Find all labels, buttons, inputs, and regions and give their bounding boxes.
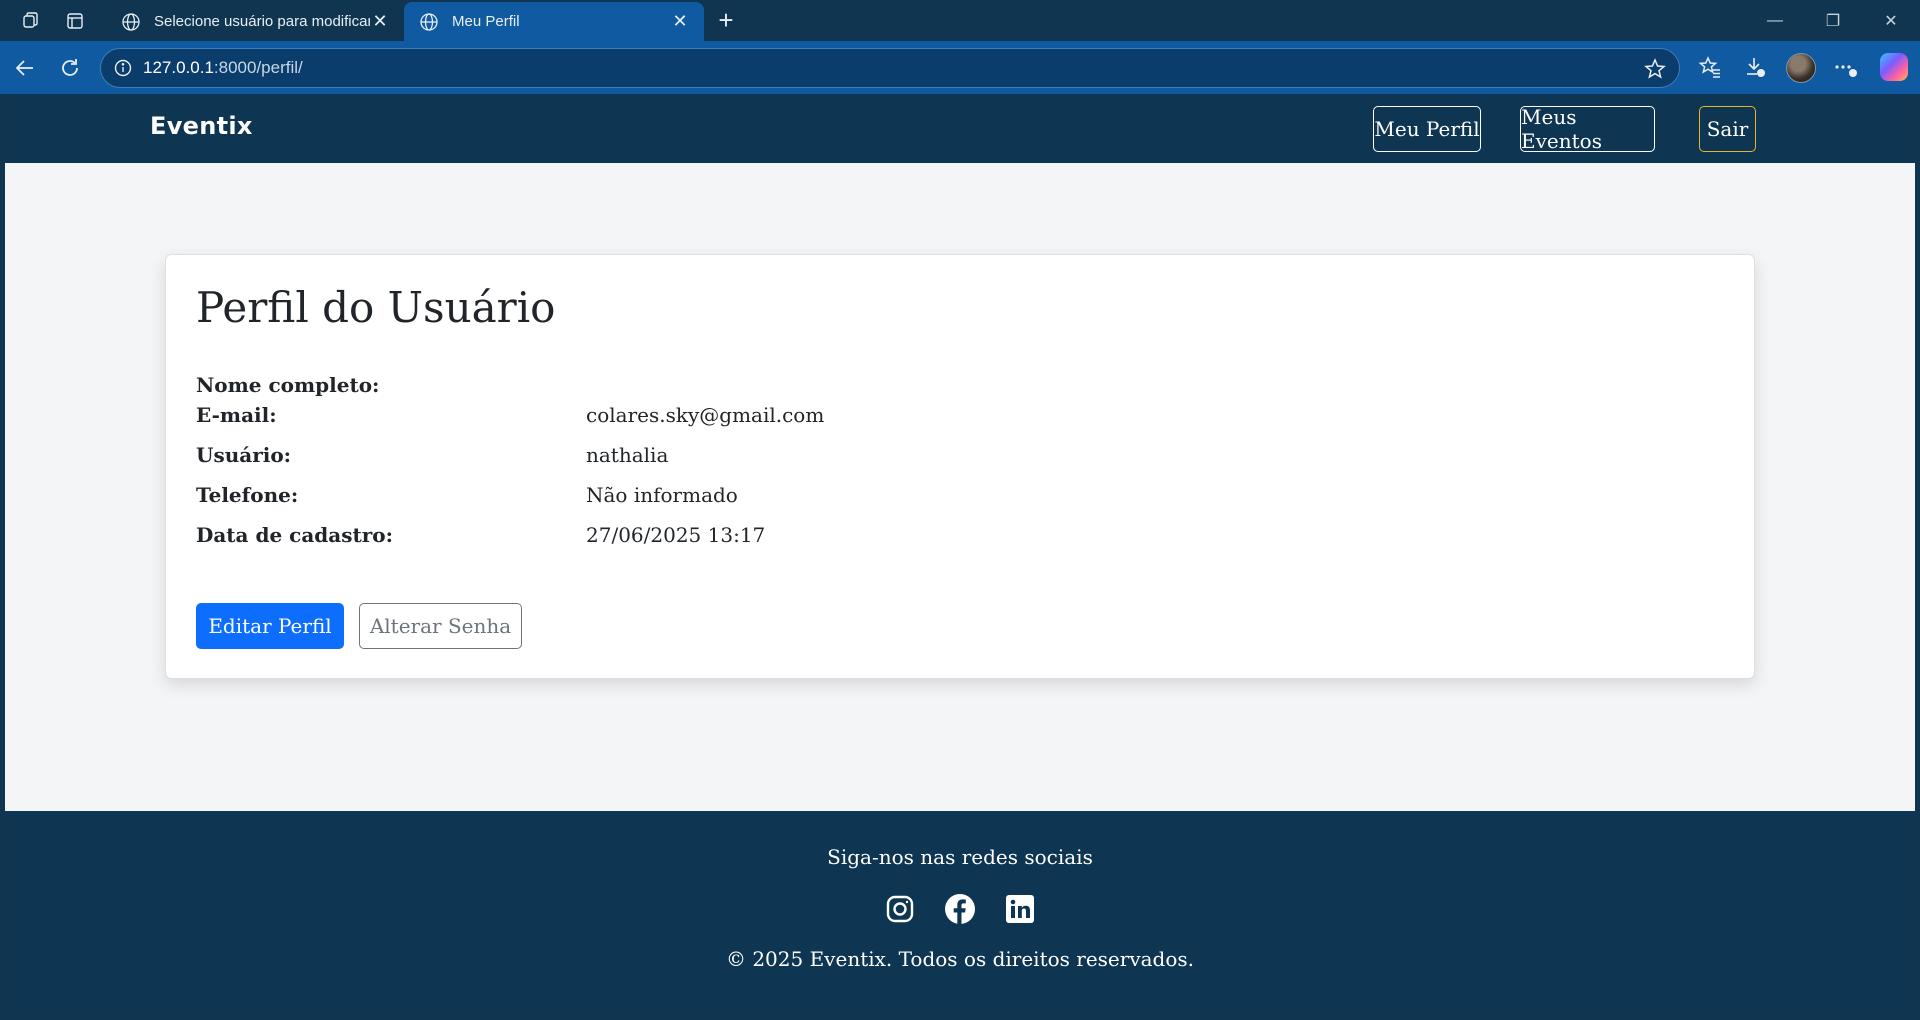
restore-icon[interactable]: ❐ <box>1818 8 1848 34</box>
meus-eventos-button[interactable]: Meus Eventos <box>1520 105 1655 153</box>
tab-meu-perfil[interactable]: Meu Perfil ✕ <box>404 2 704 41</box>
favorites-icon[interactable] <box>1695 52 1725 82</box>
new-tab-icon[interactable]: + <box>712 7 740 35</box>
copilot-icon[interactable] <box>1880 53 1908 81</box>
star-icon[interactable] <box>1643 57 1667 81</box>
workspaces-icon[interactable] <box>18 8 44 34</box>
window-close-icon[interactable]: ✕ <box>1876 8 1906 34</box>
address-bar[interactable]: 127.0.0.1:8000/perfil/ <box>100 48 1680 88</box>
back-icon[interactable] <box>10 53 40 83</box>
profile-card: Perfil do Usuário Nome completo: E-mail:… <box>165 254 1755 679</box>
field-value: 27/06/2025 13:17 <box>586 523 766 547</box>
info-icon[interactable] <box>113 58 133 78</box>
field-label: Usuário: <box>196 443 292 467</box>
footer-copyright: © 2025 Eventix. Todos os direitos reserv… <box>725 947 1195 971</box>
linkedin-icon[interactable] <box>1004 893 1036 925</box>
globe-icon <box>418 11 440 33</box>
refresh-icon[interactable] <box>55 53 85 83</box>
site-footer: Siga-nos nas redes sociais © 2025 Eventi… <box>5 811 1915 1014</box>
tab-actions-icon[interactable] <box>62 8 88 34</box>
page-viewport: Eventix Meu Perfil Meus Eventos Sair Per… <box>5 94 1915 1014</box>
field-label: E-mail: <box>196 403 277 427</box>
more-icon[interactable] <box>1830 52 1860 82</box>
alterar-senha-button[interactable]: Alterar Senha <box>359 603 522 649</box>
page-title: Perfil do Usuário <box>196 283 556 332</box>
tab-title: Selecione usuário para modificar | <box>154 13 370 30</box>
close-icon[interactable]: ✕ <box>370 11 390 32</box>
field-value: Não informado <box>586 483 738 507</box>
avatar[interactable] <box>1786 53 1816 83</box>
tab-title: Meu Perfil <box>452 13 520 30</box>
downloads-icon[interactable] <box>1740 52 1770 82</box>
field-label: Telefone: <box>196 483 299 507</box>
site-navbar: Eventix Meu Perfil Meus Eventos Sair <box>5 94 1915 163</box>
field-label: Data de cadastro: <box>196 523 393 547</box>
meu-perfil-button[interactable]: Meu Perfil <box>1373 106 1481 152</box>
globe-icon <box>120 11 142 33</box>
url-text: 127.0.0.1:8000/perfil/ <box>143 58 303 77</box>
minimize-icon[interactable]: — <box>1760 8 1790 34</box>
editar-perfil-button[interactable]: Editar Perfil <box>196 603 344 649</box>
footer-follow-text: Siga-nos nas redes sociais <box>827 845 1093 869</box>
field-value: colares.sky@gmail.com <box>586 403 825 427</box>
social-links <box>5 893 1915 925</box>
close-icon[interactable]: ✕ <box>670 11 690 32</box>
field-label: Nome completo: <box>196 373 380 397</box>
facebook-icon[interactable] <box>944 893 976 925</box>
field-value: nathalia <box>586 443 669 467</box>
sair-button[interactable]: Sair <box>1699 106 1756 152</box>
brand-logo[interactable]: Eventix <box>150 112 253 140</box>
tab-selecione-usuario[interactable]: Selecione usuário para modificar | ✕ <box>106 2 404 41</box>
browser-toolbar: 127.0.0.1:8000/perfil/ <box>0 41 1920 94</box>
browser-tab-strip: Selecione usuário para modificar | ✕ Meu… <box>0 0 1920 41</box>
instagram-icon[interactable] <box>884 893 916 925</box>
